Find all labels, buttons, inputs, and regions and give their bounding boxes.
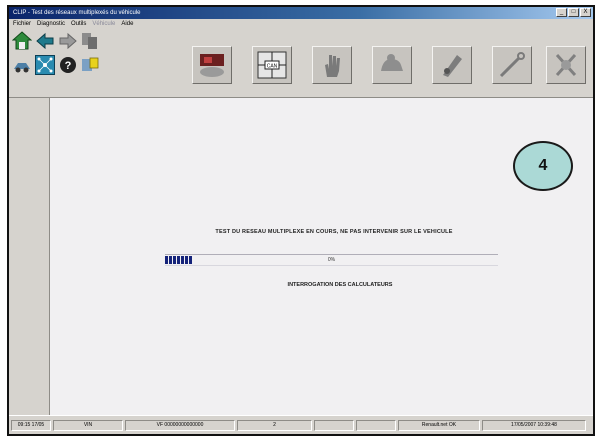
vehicle-test-icon bbox=[200, 54, 224, 77]
left-panel bbox=[9, 98, 50, 415]
reports-icon[interactable] bbox=[80, 55, 100, 75]
menu-vehicule[interactable]: Véhicule bbox=[92, 19, 115, 29]
can-network-button[interactable]: CAN bbox=[252, 46, 292, 84]
progress-percent: 0% bbox=[327, 257, 336, 263]
tool-button[interactable] bbox=[492, 46, 532, 84]
menu-diagnostic[interactable]: Diagnostic bbox=[37, 19, 65, 29]
vehicle-test-button[interactable] bbox=[192, 46, 232, 84]
svg-text:?: ? bbox=[65, 60, 72, 72]
status-connection: Renault.net OK bbox=[398, 419, 480, 431]
repair-button[interactable] bbox=[546, 46, 586, 84]
home-icon[interactable] bbox=[11, 31, 33, 51]
repair-icon bbox=[555, 53, 577, 77]
menu-fichier[interactable]: Fichier bbox=[13, 19, 31, 29]
tool-icon bbox=[499, 52, 525, 78]
step-number-badge: 4 bbox=[513, 141, 573, 191]
status-empty-2 bbox=[356, 419, 396, 431]
test-step-message: INTERROGATION DES CALCULATEURS bbox=[287, 282, 393, 288]
status-time: 09:15 17/05 bbox=[11, 419, 51, 431]
main-panel: 4 TEST DU RESEAU MULTIPLEXE EN COURS, NE… bbox=[50, 98, 593, 415]
status-count: 2 bbox=[237, 419, 312, 431]
close-button[interactable]: X bbox=[580, 8, 591, 17]
status-vin-label: VIN bbox=[53, 419, 123, 431]
manual-hand-button[interactable] bbox=[312, 46, 352, 84]
toolbar: ? CAN bbox=[9, 29, 593, 98]
documents-icon[interactable] bbox=[80, 31, 100, 51]
manual-hand-icon bbox=[325, 55, 340, 77]
engine-parts-button[interactable] bbox=[432, 46, 472, 84]
status-empty-1 bbox=[314, 419, 354, 431]
status-bar: 09:15 17/05 VIN VF 00000000000000 2 Rena… bbox=[9, 415, 593, 434]
can-network-icon: CAN bbox=[257, 51, 287, 79]
forward-arrow-icon[interactable] bbox=[58, 31, 78, 51]
application-window: CLIP - Test des réseaux multiplexés du v… bbox=[7, 5, 595, 436]
network-icon[interactable] bbox=[35, 55, 55, 75]
title-bar[interactable]: CLIP - Test des réseaux multiplexés du v… bbox=[9, 7, 593, 19]
window-controls: _ □ X bbox=[556, 8, 591, 17]
window-title: CLIP - Test des réseaux multiplexés du v… bbox=[13, 10, 141, 16]
menu-aide[interactable]: Aide bbox=[121, 19, 133, 29]
passenger-compartment-button[interactable] bbox=[372, 46, 412, 84]
passenger-compartment-icon bbox=[381, 54, 403, 71]
maximize-button[interactable]: □ bbox=[568, 8, 579, 17]
engine-parts-icon bbox=[443, 55, 462, 77]
svg-text:CAN: CAN bbox=[267, 64, 278, 70]
minimize-button[interactable]: _ bbox=[556, 8, 567, 17]
menu-outils[interactable]: Outils bbox=[71, 19, 86, 29]
progress-bar: 0% bbox=[165, 254, 498, 266]
back-arrow-icon[interactable] bbox=[35, 31, 55, 51]
status-vin-value: VF 00000000000000 bbox=[125, 419, 235, 431]
status-datetime: 17/05/2007 10:39:48 bbox=[482, 419, 586, 431]
car-parts-icon[interactable] bbox=[12, 55, 32, 75]
test-status-message: TEST DU RESEAU MULTIPLEXE EN COURS, NE P… bbox=[215, 229, 453, 235]
menu-bar: Fichier Diagnostic Outils Véhicule Aide bbox=[9, 19, 593, 29]
help-icon[interactable]: ? bbox=[58, 55, 78, 75]
